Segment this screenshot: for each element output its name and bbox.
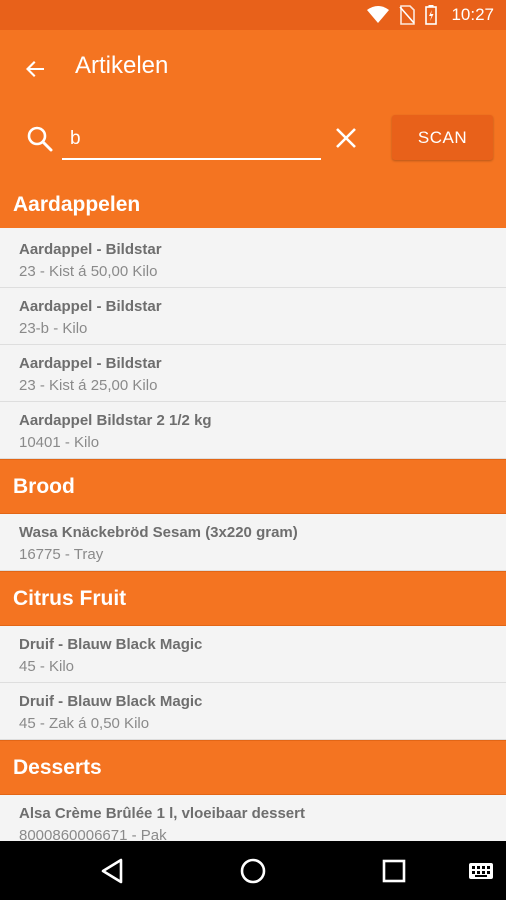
status-bar: 10:27 [0, 0, 506, 30]
item-detail: 23-b - Kilo [19, 320, 88, 337]
no-sim-icon [399, 5, 416, 25]
item-detail: 45 - Kilo [19, 658, 75, 675]
item-name: Druif - Blauw Black Magic [19, 693, 203, 710]
recents-square-icon[interactable] [378, 855, 410, 887]
item-detail: 45 - Zak á 0,50 Kilo [19, 715, 150, 732]
search-input[interactable] [62, 120, 321, 160]
list-item[interactable]: Alsa Crème Brûlée 1 l, vloeibaar dessert… [0, 795, 506, 841]
group-header: Desserts [0, 740, 506, 795]
list-item[interactable]: Aardappel - Bildstar 23 - Kist á 50,00 K… [0, 231, 506, 288]
item-detail: 23 - Kist á 25,00 Kilo [19, 377, 158, 394]
item-detail: 8000860006671 - Pak [19, 827, 167, 841]
list-item[interactable]: Druif - Blauw Black Magic 45 - Kilo [0, 626, 506, 683]
item-name: Aardappel Bildstar 2 1/2 kg [19, 412, 212, 429]
status-time: 10:27 [451, 5, 494, 24]
item-name: Alsa Crème Brûlée 1 l, vloeibaar dessert [19, 805, 305, 822]
back-triangle-icon[interactable] [97, 855, 129, 887]
close-icon[interactable] [333, 125, 359, 151]
item-name: Aardappel - Bildstar [19, 355, 162, 372]
item-detail: 23 - Kist á 50,00 Kilo [19, 263, 158, 280]
page-title: Artikelen [75, 52, 169, 79]
app-bar: Artikelen SCAN Aardappelen [0, 30, 506, 228]
wifi-icon [367, 6, 390, 23]
battery-icon [425, 5, 438, 25]
group-header: Citrus Fruit [0, 571, 506, 626]
back-button[interactable] [18, 52, 52, 86]
group-header: Aardappelen [13, 193, 141, 216]
item-name: Aardappel - Bildstar [19, 241, 162, 258]
group-header: Brood [0, 459, 506, 514]
item-detail: 16775 - Tray [19, 546, 104, 563]
scan-button[interactable]: SCAN [392, 115, 493, 160]
home-circle-icon[interactable] [237, 855, 269, 887]
item-detail: 10401 - Kilo [19, 434, 100, 451]
item-name: Aardappel - Bildstar [19, 298, 162, 315]
item-name: Druif - Blauw Black Magic [19, 636, 203, 653]
list-item[interactable]: Druif - Blauw Black Magic 45 - Zak á 0,5… [0, 683, 506, 740]
list-item[interactable]: Aardappel - Bildstar 23 - Kist á 25,00 K… [0, 345, 506, 402]
list-item[interactable]: Aardappel Bildstar 2 1/2 kg 10401 - Kilo [0, 402, 506, 459]
arrow-back-icon [26, 61, 44, 77]
keyboard-icon[interactable] [466, 856, 496, 886]
search-icon [27, 126, 53, 152]
list-item[interactable]: Wasa Knäckebröd Sesam (3x220 gram) 16775… [0, 514, 506, 571]
item-name: Wasa Knäckebröd Sesam (3x220 gram) [19, 524, 298, 541]
navigation-bar [0, 841, 506, 900]
list-item[interactable]: Aardappel - Bildstar 23-b - Kilo [0, 288, 506, 345]
article-list[interactable]: Aardappel - Bildstar 23 - Kist á 50,00 K… [0, 231, 506, 841]
